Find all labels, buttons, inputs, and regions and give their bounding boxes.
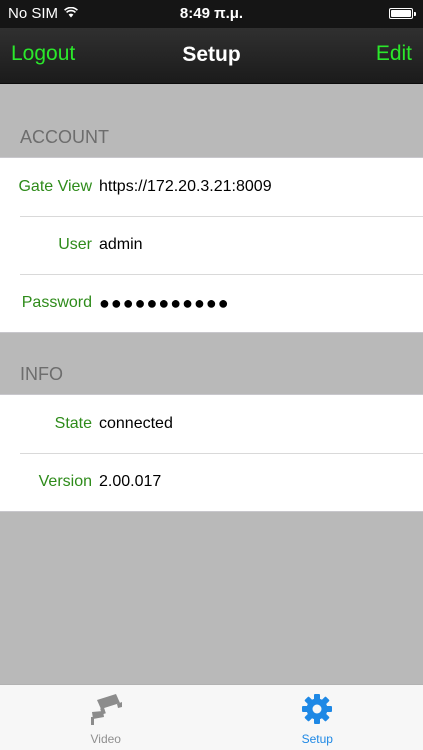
- tab-setup-label: Setup: [301, 732, 333, 746]
- gate-view-row[interactable]: Gate View https://172.20.3.21:8009: [0, 158, 423, 216]
- edit-button[interactable]: Edit: [376, 42, 412, 66]
- status-bar: No SIM 8:49 π.μ.: [0, 0, 423, 28]
- state-value: connected: [99, 415, 173, 432]
- account-group: Gate View https://172.20.3.21:8009 User …: [0, 157, 423, 333]
- battery-icon: [389, 8, 416, 19]
- password-row[interactable]: Password ●●●●●●●●●●●: [0, 274, 423, 332]
- navigation-bar: Logout Setup Edit: [0, 28, 423, 84]
- user-value: admin: [99, 236, 143, 253]
- gate-view-value: https://172.20.3.21:8009: [99, 178, 272, 195]
- password-value: ●●●●●●●●●●●: [99, 292, 230, 313]
- tab-setup[interactable]: Setup: [212, 685, 423, 750]
- tab-bar: Video Setup: [0, 684, 423, 750]
- user-label: User: [58, 236, 92, 253]
- tab-video[interactable]: Video: [0, 685, 212, 750]
- status-time: 8:49 π.μ.: [179, 5, 244, 22]
- state-label: State: [54, 415, 92, 432]
- camera-icon: [90, 694, 122, 725]
- gear-icon: [302, 694, 333, 724]
- version-value: 2.00.017: [99, 473, 162, 490]
- info-group: State connected Version 2.00.017: [0, 394, 423, 512]
- user-row[interactable]: User admin: [0, 216, 423, 274]
- gate-view-label: Gate View: [18, 178, 92, 195]
- version-label: Version: [38, 473, 92, 490]
- password-label: Password: [21, 294, 92, 311]
- state-row: State connected: [0, 395, 423, 453]
- version-row: Version 2.00.017: [0, 453, 423, 511]
- page-title: Setup: [182, 43, 241, 66]
- tab-video-label: Video: [90, 732, 121, 746]
- account-section-header: ACCOUNT: [20, 127, 109, 147]
- info-section-header: INFO: [20, 364, 63, 384]
